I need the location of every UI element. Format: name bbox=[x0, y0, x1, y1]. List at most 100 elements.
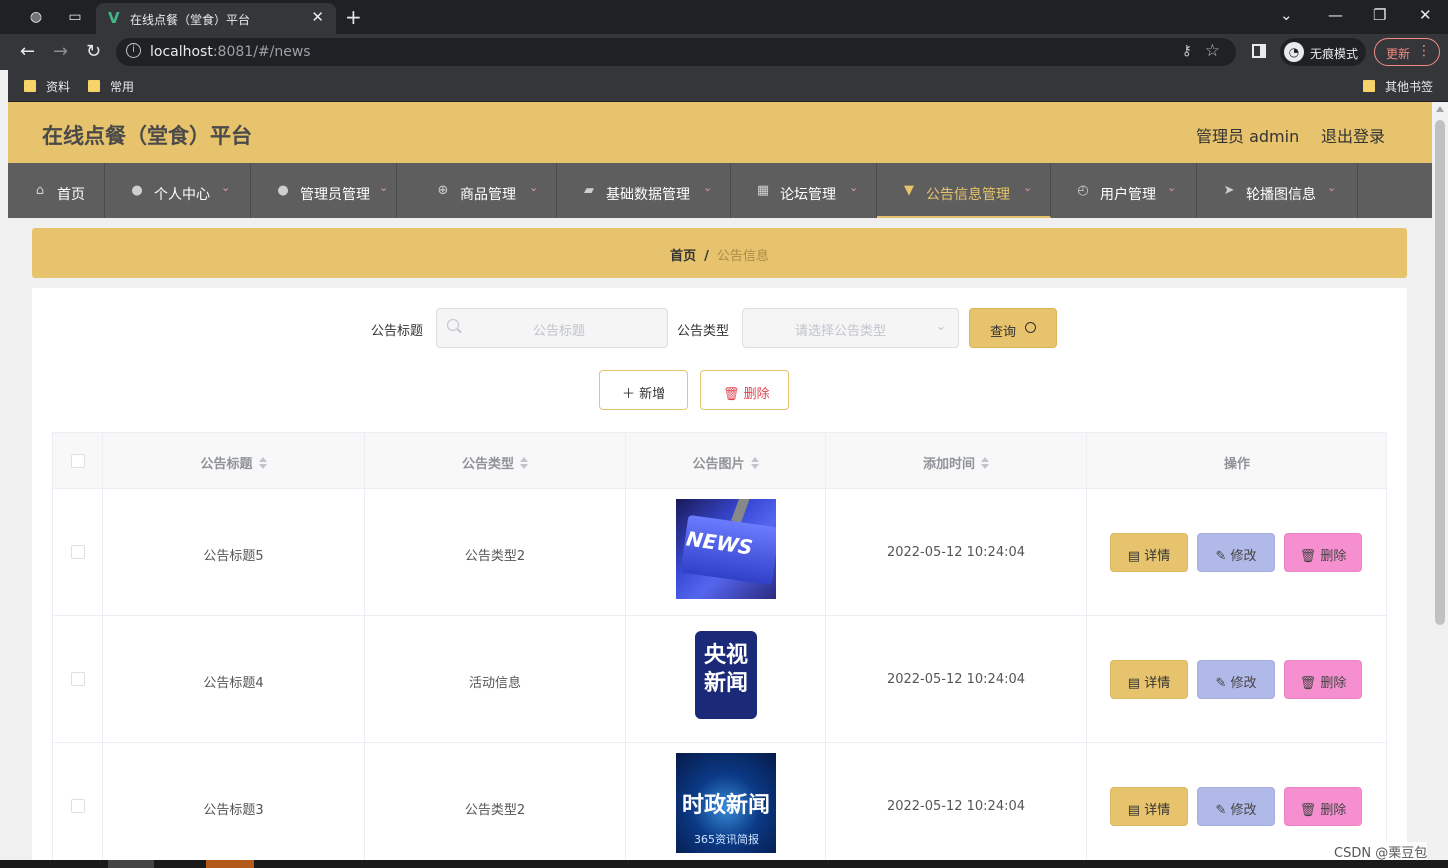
type-search-label: 公告类型 bbox=[677, 324, 730, 339]
query-button[interactable]: 查询 bbox=[969, 308, 1057, 348]
taskbar bbox=[0, 860, 1448, 868]
bookmark-folder-changyong[interactable]: 常用 bbox=[88, 78, 134, 95]
sort-icon[interactable] bbox=[981, 457, 989, 469]
chevron-down-icon: ⌄ bbox=[935, 319, 946, 333]
bookmark-star-icon[interactable]: ☆ bbox=[1205, 41, 1220, 61]
menu-item-profile[interactable]: ● 个人中心 ⌄ bbox=[105, 163, 251, 218]
menu-item-goods[interactable]: ⊕ 商品管理 ⌄ bbox=[397, 163, 557, 218]
site-header: 在线点餐（堂食）平台 管理员 admin 退出登录 bbox=[8, 102, 1432, 163]
menu-item-admin[interactable]: ● 管理员管理 ⌄ bbox=[251, 163, 397, 218]
delete-button[interactable]: 🗑 删除 bbox=[1284, 533, 1362, 572]
menu-item-notice[interactable]: ▼ 公告信息管理 ⌄ bbox=[877, 163, 1051, 218]
table-row: 公告标题5 公告类型2 NEWS 2022-05-12 10:24:04 ▤ 详… bbox=[53, 489, 1386, 616]
browser-tab-active[interactable]: V 在线点餐（堂食）平台 ✕ bbox=[96, 3, 336, 34]
trash-icon: 🗑 bbox=[1299, 676, 1317, 691]
folder-icon bbox=[1363, 80, 1375, 92]
tab-search-icon[interactable]: ▭ bbox=[66, 8, 84, 26]
url-text: localhost:8081/#/news bbox=[150, 44, 311, 60]
bookmark-folder-ziliao[interactable]: 资料 bbox=[24, 78, 70, 95]
breadcrumb-separator: / bbox=[704, 249, 709, 264]
page-viewport: 在线点餐（堂食）平台 管理员 admin 退出登录 ⌂ 首页 ● 个人中心 ⌄ … bbox=[8, 102, 1432, 860]
back-icon[interactable]: ← bbox=[20, 41, 35, 62]
row-checkbox[interactable] bbox=[71, 545, 85, 559]
forward-icon[interactable]: → bbox=[53, 41, 68, 62]
column-header-time[interactable]: 添加时间 bbox=[826, 433, 1087, 488]
notice-image[interactable]: NEWS bbox=[676, 499, 776, 599]
incognito-badge[interactable]: ◔ 无痕模式 bbox=[1280, 38, 1366, 66]
chevron-down-icon: ⌄ bbox=[703, 181, 713, 194]
pen-icon: ✎ bbox=[1215, 676, 1227, 691]
column-header-type[interactable]: 公告类型 bbox=[365, 433, 626, 488]
title-search-input[interactable]: 公告标题 bbox=[436, 308, 668, 348]
column-header-title[interactable]: 公告标题 bbox=[103, 433, 365, 488]
notice-type: 公告类型2 bbox=[464, 803, 526, 818]
scroll-up-icon[interactable] bbox=[1436, 106, 1444, 112]
watermark: CSDN @栗豆包 bbox=[1334, 842, 1428, 861]
bulk-delete-button[interactable]: 🗑 删除 bbox=[700, 370, 789, 410]
chevron-down-icon: ⌄ bbox=[849, 181, 859, 194]
delete-button[interactable]: 🗑 删除 bbox=[1284, 787, 1362, 826]
tab-list-chevron-icon[interactable]: ⌄ bbox=[1280, 6, 1293, 24]
close-window-icon[interactable]: ✕ bbox=[1419, 6, 1432, 24]
globe-icon[interactable]: ◍ bbox=[27, 8, 45, 26]
notice-image-text: 央视 新闻 bbox=[704, 643, 749, 696]
detail-button[interactable]: ▤ 详情 bbox=[1110, 787, 1188, 826]
gauge-icon: ◴ bbox=[1077, 183, 1089, 198]
edit-button[interactable]: ✎ 修改 bbox=[1197, 533, 1275, 572]
side-panel-icon[interactable] bbox=[1252, 44, 1266, 58]
more-menu-icon[interactable]: ⋮ bbox=[1417, 43, 1431, 59]
pin-icon: ▼ bbox=[904, 183, 914, 198]
breadcrumb-home[interactable]: 首页 bbox=[670, 249, 696, 264]
chevron-down-icon: ⌄ bbox=[1327, 181, 1337, 194]
sort-icon[interactable] bbox=[750, 457, 759, 469]
sort-icon[interactable] bbox=[258, 457, 267, 469]
edit-button[interactable]: ✎ 修改 bbox=[1197, 660, 1275, 699]
menu-item-users[interactable]: ◴ 用户管理 ⌄ bbox=[1051, 163, 1197, 218]
site-info-icon[interactable]: i bbox=[126, 43, 141, 58]
add-button[interactable]: ＋ 新增 bbox=[599, 370, 688, 410]
menu-item-home[interactable]: ⌂ 首页 bbox=[8, 163, 105, 218]
sort-icon[interactable] bbox=[520, 457, 528, 469]
new-tab-icon[interactable]: + bbox=[345, 5, 362, 29]
chevron-down-icon: ⌄ bbox=[1023, 181, 1033, 194]
page-scrollbar[interactable] bbox=[1432, 102, 1448, 860]
admin-label: 管理员 admin bbox=[1196, 127, 1300, 146]
detail-button[interactable]: ▤ 详情 bbox=[1110, 533, 1188, 572]
type-select[interactable]: 请选择公告类型 ⌄ bbox=[742, 308, 959, 348]
menu-item-forum[interactable]: ▦ 论坛管理 ⌄ bbox=[731, 163, 877, 218]
notice-type: 公告类型2 bbox=[464, 549, 526, 564]
logout-link[interactable]: 退出登录 bbox=[1321, 123, 1385, 147]
bookmarks-bar: 资料 常用 其他书签 bbox=[8, 70, 1448, 102]
scrollbar-thumb[interactable] bbox=[1435, 120, 1445, 625]
select-all-checkbox[interactable] bbox=[71, 454, 85, 468]
browser-toolbar: ← → ↻ i localhost:8081/#/news ⚷ ☆ ◔ 无痕模式… bbox=[0, 34, 1448, 70]
reload-icon[interactable]: ↻ bbox=[86, 41, 101, 62]
pen-icon: ✎ bbox=[1215, 549, 1227, 564]
trash-icon: 🗑 bbox=[1299, 803, 1317, 818]
bookmark-folder-other[interactable]: 其他书签 bbox=[1363, 78, 1433, 95]
key-icon[interactable]: ⚷ bbox=[1182, 43, 1192, 59]
update-button[interactable]: 更新 ⋮ bbox=[1374, 38, 1440, 66]
row-checkbox[interactable] bbox=[71, 672, 85, 686]
notice-time: 2022-05-12 10:24:04 bbox=[886, 799, 1026, 814]
notice-image[interactable]: 央视 新闻 bbox=[676, 626, 776, 726]
restore-icon[interactable]: ❐ bbox=[1373, 6, 1386, 24]
delete-button[interactable]: 🗑 删除 bbox=[1284, 660, 1362, 699]
grid-icon: ▦ bbox=[756, 183, 770, 198]
row-checkbox[interactable] bbox=[71, 799, 85, 813]
close-tab-icon[interactable]: ✕ bbox=[311, 8, 324, 26]
user-icon: ● bbox=[131, 183, 143, 198]
chevron-down-icon: ⌄ bbox=[379, 181, 389, 194]
notice-type: 活动信息 bbox=[468, 676, 521, 691]
menu-item-basic-data[interactable]: ▰ 基础数据管理 ⌄ bbox=[557, 163, 731, 218]
table-header-row: 公告标题 公告类型 公告图片 添加时间 操作 bbox=[53, 433, 1386, 489]
notice-table: 公告标题 公告类型 公告图片 添加时间 操作 公告标题5 公告类型2 NEWS … bbox=[52, 432, 1387, 860]
edit-button[interactable]: ✎ 修改 bbox=[1197, 787, 1275, 826]
menu-item-carousel[interactable]: ➤ 轮播图信息 ⌄ bbox=[1197, 163, 1358, 218]
address-bar[interactable]: i localhost:8081/#/news ⚷ ☆ bbox=[116, 38, 1236, 66]
notice-image[interactable]: 时政新闻 365资讯简报 bbox=[676, 753, 776, 853]
column-header-image[interactable]: 公告图片 bbox=[626, 433, 826, 488]
detail-button[interactable]: ▤ 详情 bbox=[1110, 660, 1188, 699]
target-icon: ⊕ bbox=[437, 183, 449, 198]
minimize-icon[interactable]: — bbox=[1328, 6, 1343, 24]
